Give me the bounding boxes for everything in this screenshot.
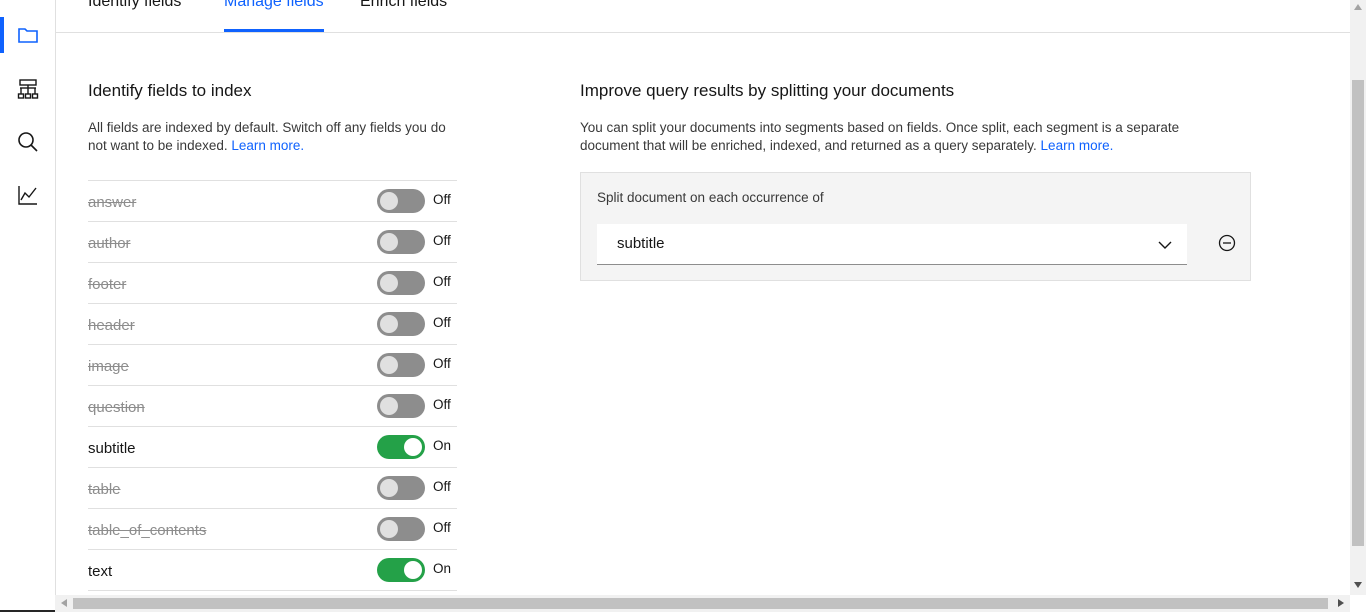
horizontal-scroll-thumb[interactable]	[73, 598, 1328, 609]
chevron-down-icon	[1158, 241, 1172, 249]
split-learn-more-link[interactable]: Learn more.	[1041, 138, 1114, 153]
toggle-state-label: On	[433, 561, 452, 576]
toggle-knob	[380, 520, 398, 538]
index-learn-more-link[interactable]: Learn more.	[231, 138, 304, 153]
scroll-up-arrow-icon[interactable]	[1354, 4, 1362, 10]
field-index-toggle[interactable]	[377, 476, 425, 500]
tab-manage-fields[interactable]: Manage fields	[224, 0, 324, 32]
toggle-state-label: Off	[433, 233, 451, 248]
field-index-toggle[interactable]	[377, 517, 425, 541]
toggle-knob	[380, 397, 398, 415]
split-panel-label: Split document on each occurrence of	[597, 190, 824, 205]
vertical-scrollbar[interactable]	[1350, 0, 1366, 595]
toggle-knob	[380, 315, 398, 333]
field-row: subtitle On	[88, 427, 457, 468]
field-row: footer Off	[88, 263, 457, 304]
split-field-dropdown[interactable]: subtitle	[597, 224, 1187, 265]
field-index-list: answer Off author Off footer Off header Off imag…	[88, 180, 457, 591]
toggle-knob	[380, 356, 398, 374]
toggle-knob	[380, 479, 398, 497]
field-index-toggle[interactable]	[377, 312, 425, 336]
scroll-right-arrow-icon[interactable]	[1338, 599, 1344, 607]
field-index-toggle[interactable]	[377, 189, 425, 213]
split-document-panel: Split document on each occurrence of sub…	[580, 172, 1251, 281]
toggle-state-label: Off	[433, 315, 451, 330]
field-name: table_of_contents	[88, 522, 207, 539]
vertical-scroll-thumb[interactable]	[1352, 80, 1364, 546]
scroll-down-arrow-icon[interactable]	[1354, 582, 1362, 588]
toggle-knob	[380, 233, 398, 251]
hierarchy-icon	[17, 79, 38, 99]
field-name: author	[88, 235, 131, 252]
tab-bar: Identify fields Manage fields Enrich fie…	[56, 0, 1350, 33]
field-name: image	[88, 358, 129, 375]
field-row: question Off	[88, 386, 457, 427]
toggle-state-label: Off	[433, 479, 451, 494]
split-section-description: You can split your documents into segmen…	[580, 119, 1230, 155]
toggle-state-label: Off	[433, 520, 451, 535]
rail-item-search[interactable]	[0, 124, 55, 160]
tab-enrich-fields[interactable]: Enrich fields	[360, 0, 447, 32]
index-section-title: Identify fields to index	[88, 81, 252, 100]
toggle-state-label: Off	[433, 192, 451, 207]
toggle-knob	[404, 438, 422, 456]
field-row: image Off	[88, 345, 457, 386]
toggle-state-label: Off	[433, 274, 451, 289]
index-section-description: All fields are indexed by default. Switc…	[88, 119, 463, 155]
folder-icon	[17, 28, 38, 43]
field-name: footer	[88, 276, 127, 293]
toggle-state-label: Off	[433, 397, 451, 412]
field-name: answer	[88, 194, 137, 211]
split-field-selected-value: subtitle	[617, 235, 665, 252]
line-chart-icon	[17, 186, 37, 205]
field-row: answer Off	[88, 181, 457, 222]
field-index-toggle[interactable]	[377, 353, 425, 377]
field-index-toggle[interactable]	[377, 435, 425, 459]
field-name: subtitle	[88, 440, 136, 457]
field-row: table_of_contents Off	[88, 509, 457, 550]
field-row: author Off	[88, 222, 457, 263]
split-section-title: Improve query results by splitting your …	[580, 81, 955, 100]
field-row: text On	[88, 550, 457, 591]
left-nav-rail	[0, 0, 56, 612]
scroll-left-arrow-icon[interactable]	[61, 599, 67, 607]
toggle-state-label: Off	[433, 356, 451, 371]
toggle-knob	[404, 561, 422, 579]
field-row: header Off	[88, 304, 457, 345]
field-name: header	[88, 317, 135, 334]
rail-item-analytics[interactable]	[0, 177, 55, 213]
field-name: question	[88, 399, 145, 416]
rail-item-documents[interactable]	[0, 17, 55, 53]
field-index-toggle[interactable]	[377, 230, 425, 254]
field-index-toggle[interactable]	[377, 394, 425, 418]
field-name: table	[88, 481, 121, 498]
horizontal-scrollbar[interactable]	[55, 595, 1350, 612]
field-index-toggle[interactable]	[377, 271, 425, 295]
search-icon	[17, 132, 38, 152]
field-row: table Off	[88, 468, 457, 509]
field-index-toggle[interactable]	[377, 558, 425, 582]
field-name: text	[88, 563, 113, 580]
rail-item-structure[interactable]	[0, 71, 55, 107]
toggle-knob	[380, 192, 398, 210]
toggle-knob	[380, 274, 398, 292]
remove-circle-icon[interactable]	[1217, 233, 1237, 253]
tab-identify-fields[interactable]: Identify fields	[88, 0, 181, 32]
toggle-state-label: On	[433, 438, 452, 453]
